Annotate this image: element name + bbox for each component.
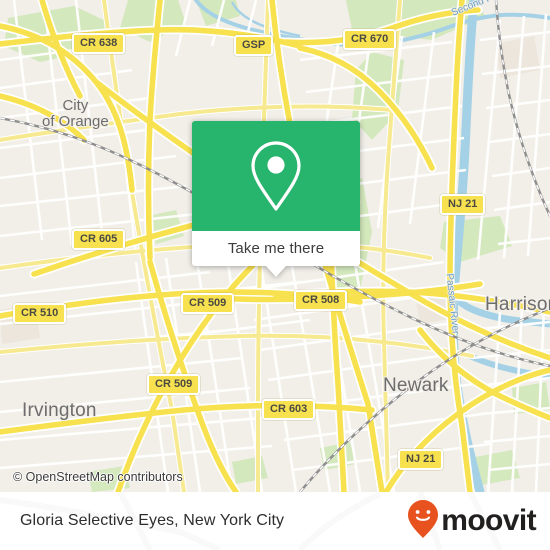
callout-action-bar[interactable]: Take me there xyxy=(192,231,360,277)
location-callout-card[interactable]: Take me there xyxy=(192,121,360,277)
map-pin-icon xyxy=(247,139,305,213)
footer-place-title: Gloria Selective Eyes, New York City xyxy=(20,512,285,529)
take-me-there-label: Take me there xyxy=(227,240,325,257)
moovit-smiley-pin-icon xyxy=(407,499,439,544)
osm-attribution[interactable]: © OpenStreetMap contributors xyxy=(13,470,183,484)
moovit-logo[interactable]: moovit xyxy=(407,499,537,544)
moovit-wordmark: moovit xyxy=(441,504,536,537)
callout-body xyxy=(192,121,360,231)
map-canvas[interactable]: City of Orange Irvington Newark Harrison… xyxy=(0,0,550,492)
moovit-map-screenshot: City of Orange Irvington Newark Harrison… xyxy=(0,0,550,550)
callout-pointer-tail xyxy=(265,265,287,277)
footer-bar: Gloria Selective Eyes, New York City moo… xyxy=(0,492,550,550)
